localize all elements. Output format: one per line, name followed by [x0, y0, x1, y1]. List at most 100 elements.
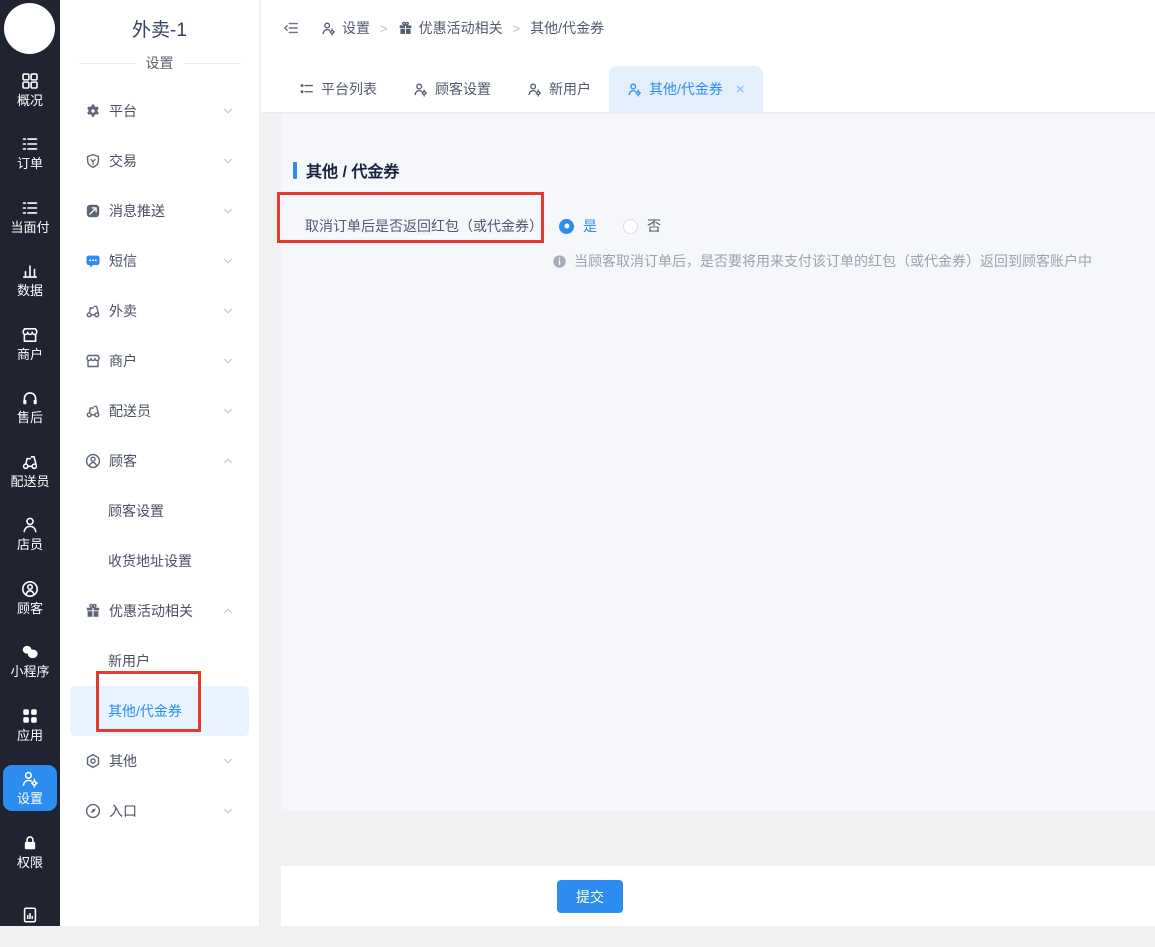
chevron-up-icon	[221, 454, 235, 468]
rail-item-售后[interactable]: 售后	[2, 376, 58, 440]
tab-其他/代金券[interactable]: 其他/代金券 ×	[609, 66, 763, 112]
tab-顾客设置[interactable]: 顾客设置	[395, 66, 509, 112]
sidebar-item-外卖[interactable]: 外卖	[70, 286, 249, 336]
tab-label: 其他/代金券	[649, 79, 723, 99]
rail-item-权限[interactable]: 权限	[2, 820, 58, 884]
radio-selected-icon[interactable]	[559, 219, 574, 234]
sidebar-collapse-icon[interactable]	[283, 20, 299, 36]
rail-item-数据[interactable]: 数据	[2, 249, 58, 313]
scooter-icon	[21, 453, 39, 471]
sidebar-item-label: 平台	[109, 101, 137, 121]
radio-option-是[interactable]: 是	[559, 216, 597, 236]
file-chart-icon	[21, 906, 39, 924]
sidebar-item-配送员[interactable]: 配送员	[70, 386, 249, 436]
rail-item-应用[interactable]: 应用	[2, 693, 58, 757]
gift-icon	[398, 21, 413, 36]
chevron-down-icon	[221, 754, 235, 768]
sidebar-item-新用户[interactable]: 新用户	[70, 636, 249, 686]
rail-item-label: 当面付	[10, 220, 49, 235]
sidebar-item-平台[interactable]: 平台	[70, 86, 249, 136]
person-gear-icon	[627, 82, 642, 97]
tab-label: 平台列表	[321, 79, 377, 99]
rail-item-顾客[interactable]: 顾客	[2, 566, 58, 630]
breadcrumb-item-设置[interactable]: 设置	[321, 18, 370, 38]
chevron-down-icon	[221, 354, 235, 368]
rail-item-当面付[interactable]: 当面付	[2, 185, 58, 249]
radio-group: 是否	[559, 216, 687, 236]
breadcrumb-item-其他/代金券: 其他/代金券	[530, 18, 604, 38]
avatar[interactable]	[4, 3, 55, 54]
rail-item-label: 权限	[17, 855, 43, 870]
sidebar-item-入口[interactable]: 入口	[70, 786, 249, 836]
divider	[185, 63, 241, 64]
sidebar-item-顾客[interactable]: 顾客	[70, 436, 249, 486]
chevron-down-icon	[221, 254, 235, 268]
form-label: 取消订单后是否返回红包（或代金券）	[305, 216, 543, 236]
chevron-up-icon	[221, 604, 235, 618]
form-hint-text: 当顾客取消订单后，是否要将用来支付该订单的红包（或代金券）返回到顾客账户中	[574, 251, 1092, 271]
content-panel: 其他 / 代金券 取消订单后是否返回红包（或代金券） 是否 当顾客取消订单后，是…	[281, 114, 1155, 811]
chevron-down-icon	[221, 154, 235, 168]
breadcrumb-item-优惠活动相关[interactable]: 优惠活动相关	[398, 18, 503, 38]
bars-icon	[21, 262, 39, 280]
sidebar-item-优惠活动相关[interactable]: 优惠活动相关	[70, 586, 249, 636]
rail-item-设置[interactable]: 设置	[2, 757, 58, 821]
sidebar-item-其他/代金券[interactable]: 其他/代金券	[70, 686, 249, 736]
rail-item-配送员[interactable]: 配送员	[2, 439, 58, 503]
radio-option-否[interactable]: 否	[623, 216, 661, 236]
person-gear-icon	[21, 770, 39, 788]
sidebar-item-label: 其他	[109, 751, 137, 771]
sms-icon	[85, 253, 101, 269]
sidebar-item-label: 外卖	[109, 301, 137, 321]
rail-item-label: 售后	[17, 410, 43, 425]
rail-item-label: 商户	[17, 347, 43, 362]
breadcrumb-item-label: 设置	[342, 18, 370, 38]
sidebar-item-收货地址设置[interactable]: 收货地址设置	[70, 536, 249, 586]
chevron-down-icon	[221, 204, 235, 218]
sidebar-item-顾客设置[interactable]: 顾客设置	[70, 486, 249, 536]
breadcrumb-item-label: 优惠活动相关	[419, 18, 503, 38]
rail-item-label: 数据	[17, 283, 43, 298]
rail-item-概况[interactable]: 概况	[2, 58, 58, 122]
chevron-down-icon	[221, 804, 235, 818]
sidebar-item-商户[interactable]: 商户	[70, 336, 249, 386]
rail-item-label: 设置	[17, 791, 43, 806]
gear-icon	[85, 103, 101, 119]
person-circle-icon	[21, 580, 39, 598]
sidebar-item-label: 消息推送	[109, 201, 165, 221]
compass-icon	[85, 803, 101, 819]
rail-item-label: 小程序	[10, 664, 49, 679]
rail-item-订单[interactable]: 订单	[2, 122, 58, 186]
sidebar-subtitle-label: 设置	[146, 53, 174, 73]
tab-label: 新用户	[549, 79, 591, 99]
rail-item-label: 店员	[17, 537, 43, 552]
tab-bar: 平台列表顾客设置 新用户 其他/代金券 ×	[261, 56, 1155, 113]
gift-icon	[85, 603, 101, 619]
tab-平台列表[interactable]: 平台列表	[281, 66, 395, 112]
rail-item-label: 配送员	[10, 474, 49, 489]
submit-button[interactable]: 提交	[557, 880, 623, 913]
sidebar-item-交易[interactable]: 交易	[70, 136, 249, 186]
list-icon	[21, 135, 39, 153]
rail-item-店员[interactable]: 店员	[2, 503, 58, 567]
platform-list-icon	[299, 82, 314, 97]
sidebar-item-消息推送[interactable]: 消息推送	[70, 186, 249, 236]
app-rail: 概况订单当面付数据商户售后配送员店员顾客小程序应用设置权限	[0, 0, 60, 926]
sidebar-item-label: 交易	[109, 151, 137, 171]
heading-accent-bar	[293, 162, 297, 179]
sidebar-item-短信[interactable]: 短信	[70, 236, 249, 286]
scooter-icon	[85, 403, 101, 419]
rail-item-小程序[interactable]: 小程序	[2, 630, 58, 694]
radio-unselected-icon[interactable]	[623, 219, 638, 234]
tab-close-icon[interactable]: ×	[736, 82, 745, 97]
rail-item-partial[interactable]	[2, 884, 58, 947]
sidebar-item-label: 新用户	[108, 651, 150, 671]
push-icon	[85, 203, 101, 219]
sidebar-item-label: 配送员	[109, 401, 151, 421]
rail-item-商户[interactable]: 商户	[2, 312, 58, 376]
info-icon	[552, 254, 567, 269]
sidebar-item-其他[interactable]: 其他	[70, 736, 249, 786]
section-heading: 其他 / 代金券	[293, 158, 1155, 182]
person-gear-icon	[413, 82, 428, 97]
tab-新用户[interactable]: 新用户	[509, 66, 609, 112]
